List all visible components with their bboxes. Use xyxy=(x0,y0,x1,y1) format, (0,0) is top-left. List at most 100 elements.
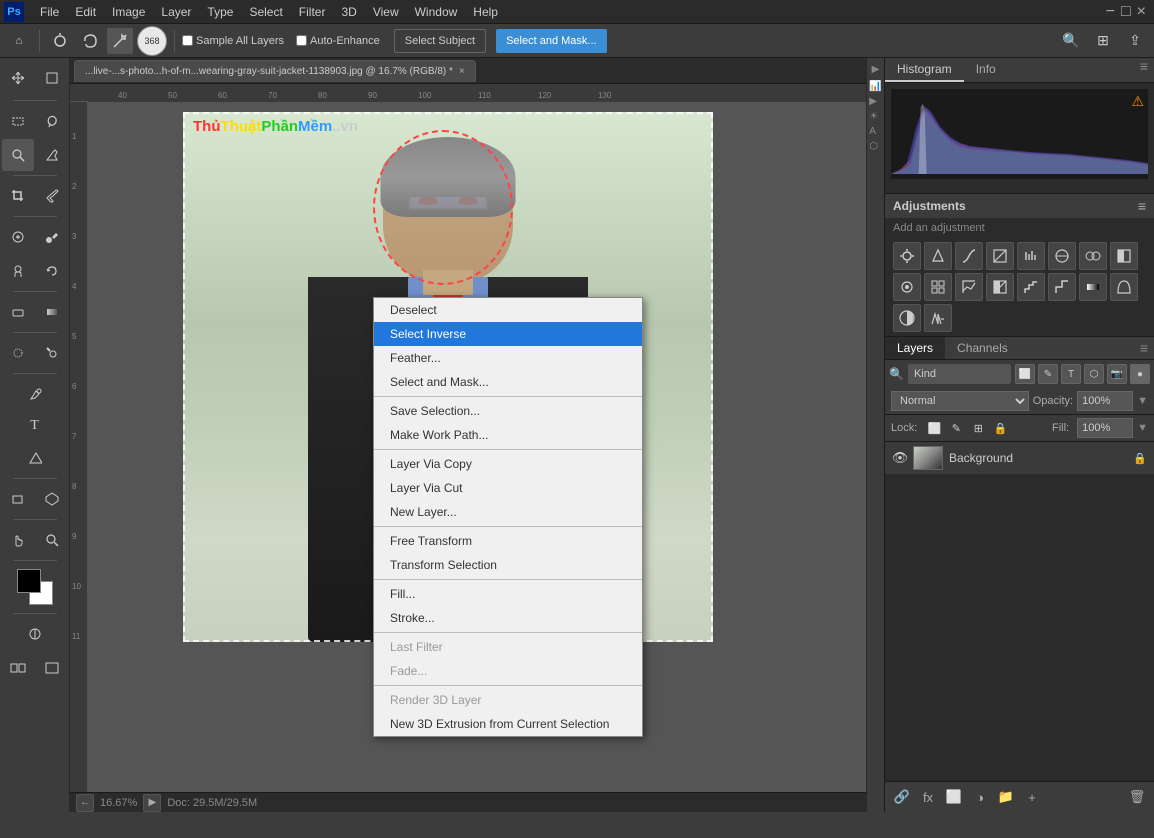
maximize-btn[interactable]: □ xyxy=(1121,3,1131,21)
filter-smart-icon[interactable]: 📷 xyxy=(1107,364,1127,384)
eraser-tool[interactable] xyxy=(2,296,34,328)
menu-file[interactable]: File xyxy=(32,3,67,21)
filter-type-icon[interactable]: T xyxy=(1061,364,1081,384)
menu-layer[interactable]: Layer xyxy=(153,3,199,21)
adj-threshold[interactable] xyxy=(1048,273,1076,301)
foreground-color[interactable] xyxy=(17,569,41,593)
brush-tool[interactable] xyxy=(47,28,73,54)
fill-arrow[interactable]: ▼ xyxy=(1137,422,1148,434)
fill-value[interactable]: 100% xyxy=(1077,418,1133,438)
hand-tool[interactable] xyxy=(2,524,34,556)
select-mask-button[interactable]: Select and Mask... xyxy=(496,29,607,53)
menu-filter[interactable]: Filter xyxy=(291,3,334,21)
lock-pixel-icon[interactable]: ⬜ xyxy=(925,419,943,437)
blur-tool[interactable] xyxy=(2,337,34,369)
lasso-tool-sidebar[interactable] xyxy=(36,105,68,137)
ctx-fill[interactable]: Fill... xyxy=(374,582,642,606)
blend-mode-select[interactable]: Normal Multiply Screen Overlay xyxy=(891,391,1029,411)
magic-select-tool[interactable] xyxy=(36,139,68,171)
quick-select-tool[interactable] xyxy=(2,139,34,171)
spot-heal-tool[interactable] xyxy=(2,221,34,253)
delete-layer-btn[interactable]: 🗑 xyxy=(1126,786,1148,808)
adj-selective-color[interactable] xyxy=(1110,273,1138,301)
search-btn[interactable]: 🔍 xyxy=(1058,28,1084,54)
group-layers-btn[interactable]: 📁 xyxy=(995,786,1017,808)
lasso-tool[interactable] xyxy=(77,28,103,54)
brush-size-indicator[interactable]: 368 xyxy=(137,26,167,56)
opacity-arrow[interactable]: ▼ xyxy=(1137,395,1148,407)
menu-view[interactable]: View xyxy=(365,3,407,21)
eyedropper-tool[interactable] xyxy=(36,180,68,212)
3d-icon[interactable]: ⬡ xyxy=(869,141,881,152)
ctx-feather[interactable]: Feather... xyxy=(374,346,642,370)
dodge-tool[interactable] xyxy=(36,337,68,369)
layer-mask-btn[interactable]: ⬜ xyxy=(943,786,965,808)
adj-levels[interactable] xyxy=(924,242,952,270)
adj-posterize[interactable] xyxy=(1017,273,1045,301)
document-tab[interactable]: ...live-...s-photo...h-of-m...wearing-gr… xyxy=(74,60,476,82)
quick-mask-tool[interactable] xyxy=(19,618,51,650)
filter-adj-icon[interactable]: ✎ xyxy=(1038,364,1058,384)
adj-shadows[interactable] xyxy=(893,304,921,332)
menu-select[interactable]: Select xyxy=(241,3,290,21)
adj-photo-filter[interactable] xyxy=(893,273,921,301)
auto-enhance-checkbox[interactable]: Auto-Enhance xyxy=(296,35,380,47)
adj-hsl[interactable] xyxy=(1048,242,1076,270)
layer-styles-btn[interactable]: fx xyxy=(917,786,939,808)
adj-exposure[interactable] xyxy=(986,242,1014,270)
adj-brightness[interactable] xyxy=(893,242,921,270)
sample-all-layers-input[interactable] xyxy=(182,35,193,46)
menu-image[interactable]: Image xyxy=(104,3,153,21)
adjust-icon[interactable]: ☀ xyxy=(869,111,881,122)
lock-artboard-icon[interactable]: ⊞ xyxy=(969,419,987,437)
ctx-deselect[interactable]: Deselect xyxy=(374,298,642,322)
adj-invert[interactable] xyxy=(986,273,1014,301)
histogram-icon[interactable]: 📊 xyxy=(869,81,881,92)
adj-color-lookup[interactable] xyxy=(955,273,983,301)
lock-all-icon[interactable]: 🔒 xyxy=(991,419,1009,437)
shape-tool[interactable] xyxy=(2,483,34,515)
magic-wand-tool[interactable] xyxy=(107,28,133,54)
histogram-menu-icon[interactable]: ≡ xyxy=(1140,58,1148,82)
sample-all-layers-checkbox[interactable]: Sample All Layers xyxy=(182,35,284,47)
layers-kind-input[interactable] xyxy=(908,364,1011,384)
filter-active-icon[interactable]: ● xyxy=(1130,364,1150,384)
adj-menu-icon[interactable]: ≡ xyxy=(1138,198,1146,214)
adj-curves[interactable] xyxy=(955,242,983,270)
tab-layers[interactable]: Layers xyxy=(885,337,945,359)
link-layers-btn[interactable]: 🔗 xyxy=(891,786,913,808)
view-toggle-btn[interactable]: ⊞ xyxy=(1090,28,1116,54)
ctx-new-layer[interactable]: New Layer... xyxy=(374,500,642,524)
minimize-btn[interactable]: − xyxy=(1106,3,1115,21)
share-btn[interactable]: ⇪ xyxy=(1122,28,1148,54)
path-select-tool[interactable] xyxy=(19,442,51,474)
adj-color-balance[interactable] xyxy=(1079,242,1107,270)
ctx-transform-selection[interactable]: Transform Selection xyxy=(374,553,642,577)
artboard-tool[interactable] xyxy=(36,62,68,94)
filter-shape-icon[interactable]: ⬡ xyxy=(1084,364,1104,384)
menu-window[interactable]: Window xyxy=(407,3,466,21)
view-mode-btn[interactable]: ← xyxy=(76,794,94,812)
text-icon[interactable]: A xyxy=(869,126,881,137)
brush-tool-sidebar[interactable] xyxy=(36,221,68,253)
adj-bw[interactable] xyxy=(1110,242,1138,270)
opacity-value[interactable]: 100% xyxy=(1077,391,1133,411)
ctx-layer-via-copy[interactable]: Layer Via Copy xyxy=(374,452,642,476)
ctx-new-3d-extrusion[interactable]: New 3D Extrusion from Current Selection xyxy=(374,712,642,736)
history-brush-tool[interactable] xyxy=(36,255,68,287)
gradient-tool[interactable] xyxy=(36,296,68,328)
frame-mode-btn[interactable] xyxy=(2,652,34,684)
layers-menu-icon[interactable]: ≡ xyxy=(1140,337,1148,359)
auto-enhance-input[interactable] xyxy=(296,35,307,46)
ctx-make-work-path[interactable]: Make Work Path... xyxy=(374,423,642,447)
cache-warning-icon[interactable]: ⚠ xyxy=(1131,93,1144,110)
text-tool[interactable]: T xyxy=(19,410,51,442)
clone-tool[interactable] xyxy=(2,255,34,287)
full-screen-btn[interactable] xyxy=(36,652,68,684)
menu-edit[interactable]: Edit xyxy=(67,3,104,21)
new-layer-btn[interactable]: + xyxy=(1021,786,1043,808)
lock-pos-icon[interactable]: ✎ xyxy=(947,419,965,437)
ctx-select-mask[interactable]: Select and Mask... xyxy=(374,370,642,394)
adj-channel-mixer[interactable] xyxy=(924,273,952,301)
adj-layer-btn[interactable]: ◑ xyxy=(969,786,991,808)
